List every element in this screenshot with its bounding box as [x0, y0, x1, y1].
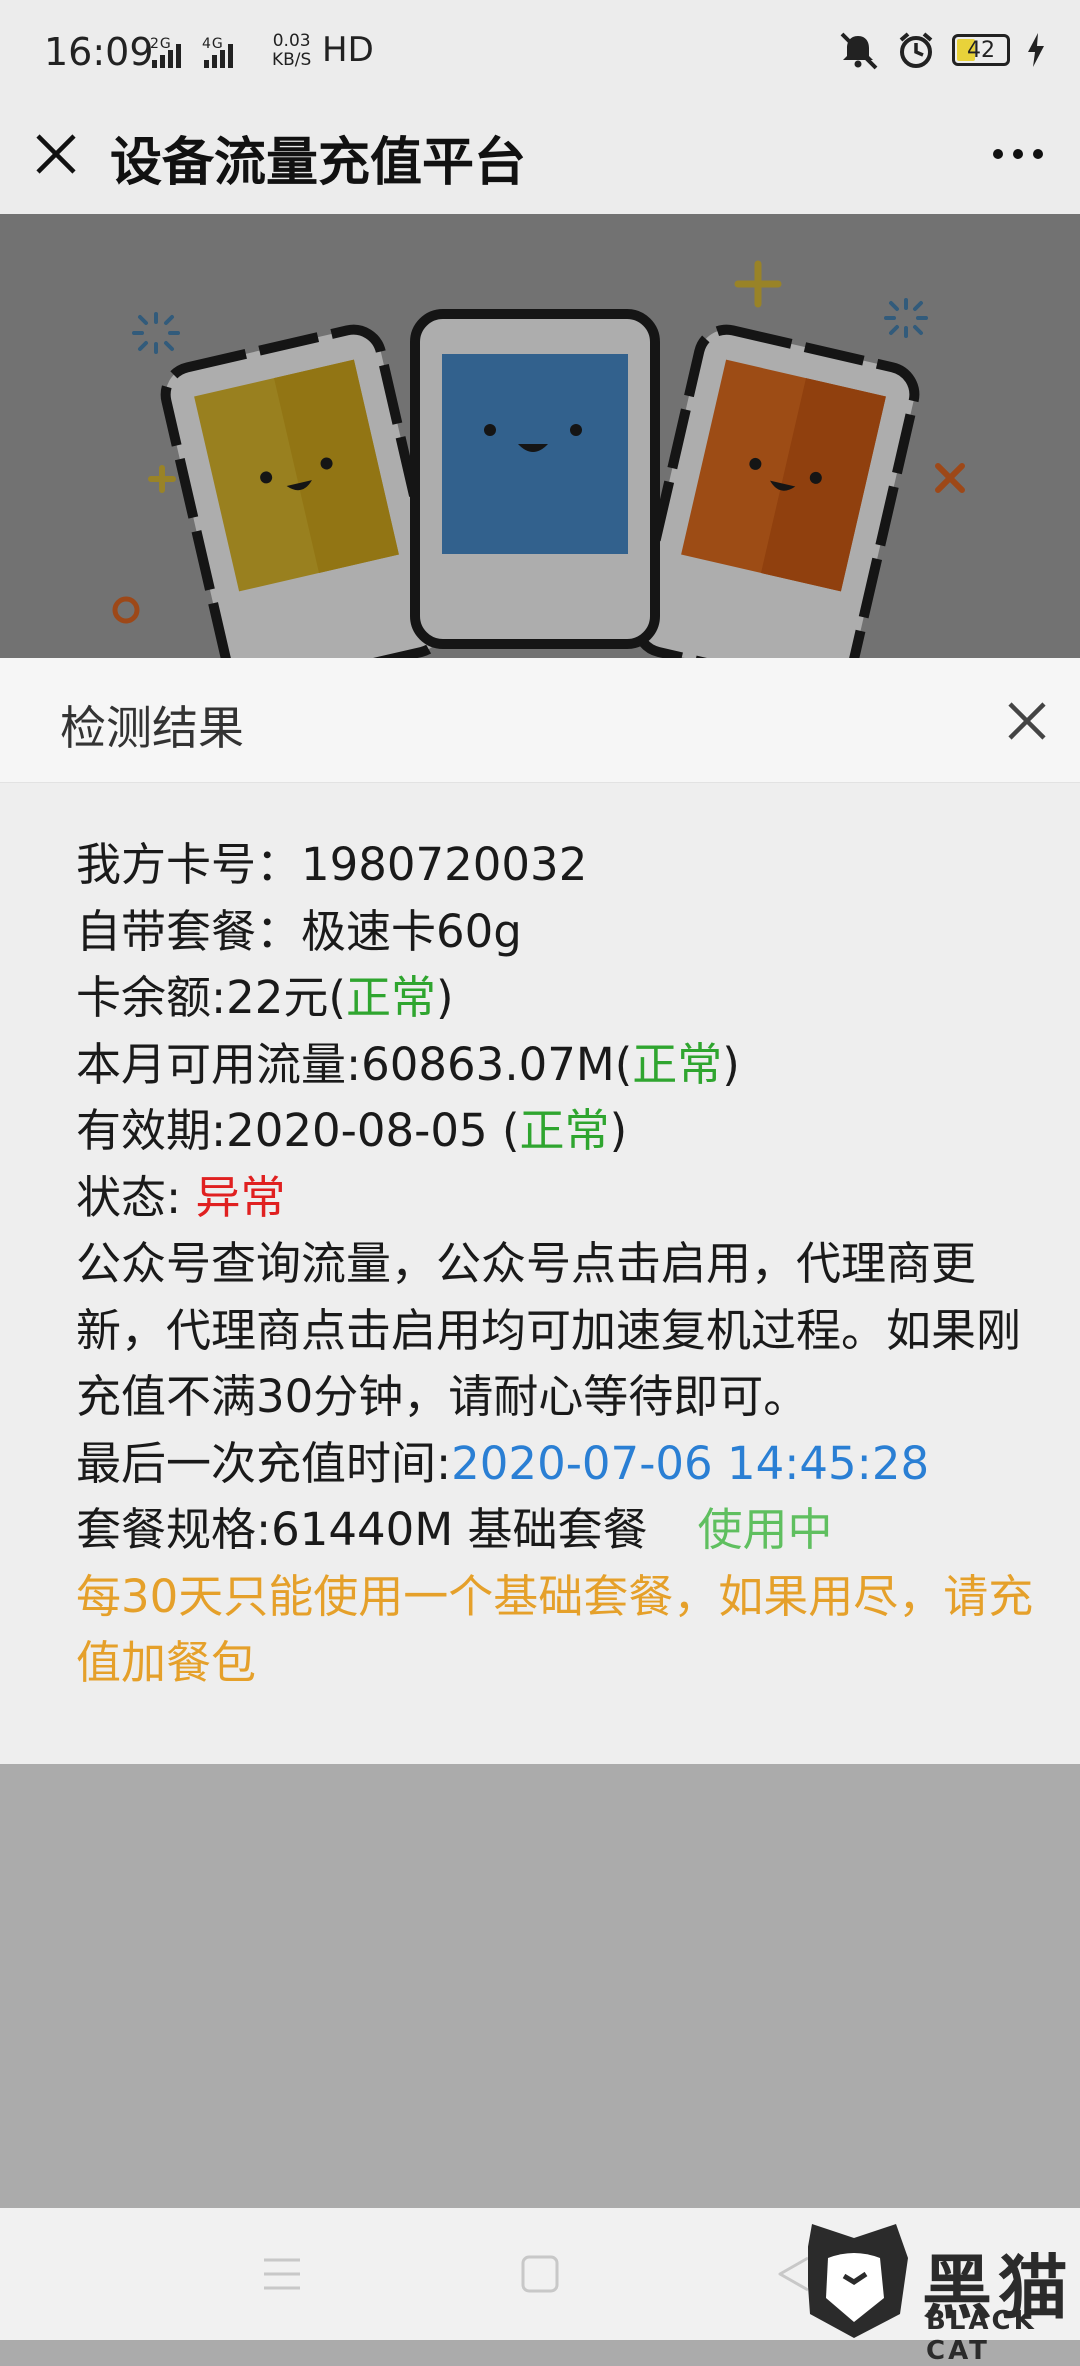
home-nav-icon[interactable]	[520, 2254, 560, 2294]
balance-close: )	[436, 971, 454, 1024]
signal-icon: 2G 4G	[150, 36, 233, 68]
hd-indicator: HD	[322, 30, 374, 70]
expiry-status: 正常	[519, 1104, 610, 1157]
speed-value: 0.03	[272, 31, 311, 51]
expiry-row: 有效期:2020-08-05 (正常)	[76, 1098, 1036, 1165]
network-speed: 0.03 KB/S	[272, 32, 311, 70]
status-time: 16:09	[44, 30, 154, 74]
status-bar: 16:09 2G 4G 0.03 KB/S HD 42	[0, 0, 1080, 100]
alarm-icon	[899, 32, 933, 68]
title-bar: 设备流量充值平台	[0, 100, 1080, 214]
watermark-sub: BLACK CAT	[926, 2306, 1037, 2366]
spec-label: 套餐规格:61440M 基础套餐	[76, 1503, 648, 1556]
card-number-label: 我方卡号：	[76, 838, 302, 891]
status-icons: 42	[836, 28, 1046, 72]
card-number-row: 我方卡号：1980720032	[76, 832, 1036, 899]
page-title: 设备流量充值平台	[110, 133, 527, 193]
battery-level: 42	[967, 37, 995, 63]
expiry-close: )	[609, 1104, 628, 1157]
close-icon[interactable]	[28, 126, 84, 182]
dialog-header: 检测结果	[0, 658, 1080, 783]
result-dialog: 检测结果 我方卡号：1980720032 自带套餐：极速卡60g 卡余额:22元…	[0, 658, 1080, 1764]
last-recharge-value: 2020-07-06 14:45:28	[451, 1436, 930, 1490]
last-recharge-label: 最后一次充值时间:	[76, 1436, 452, 1490]
spec-row: 套餐规格:61440M 基础套餐 使用中	[76, 1497, 1036, 1564]
traffic-label: 本月可用流量:60863.07M(	[76, 1037, 633, 1091]
balance-row: 卡余额:22元(正常)	[76, 965, 1036, 1032]
traffic-status: 正常	[632, 1037, 723, 1091]
state-label: 状态:	[76, 1170, 196, 1224]
result-details: 我方卡号：1980720032 自带套餐：极速卡60g 卡余额:22元(正常) …	[76, 832, 1036, 1697]
package-label: 自带套餐：	[76, 904, 302, 958]
speed-unit: KB/S	[272, 50, 312, 70]
package-value: 极速卡60g	[301, 904, 522, 958]
state-row: 状态: 异常	[76, 1165, 1036, 1232]
traffic-row: 本月可用流量:60863.07M(正常)	[76, 1032, 1036, 1099]
more-icon[interactable]	[988, 126, 1048, 182]
expiry-label: 有效期:2020-08-05 (	[76, 1104, 520, 1157]
mute-icon	[840, 32, 878, 70]
svg-text:2G: 2G	[150, 36, 172, 52]
card-number-value: 1980720032	[301, 838, 588, 891]
last-recharge-row: 最后一次充值时间:2020-07-06 14:45:28	[76, 1431, 1036, 1498]
notice-text: 公众号查询流量，公众号点击启用，代理商更新，代理商点击启用均可加速复机过程。如果…	[76, 1237, 1022, 1423]
network-indicator: 2G 4G	[150, 34, 270, 80]
traffic-close: )	[722, 1037, 740, 1091]
spec-status: 使用中	[697, 1503, 833, 1556]
balance-label: 卡余额:22元(	[76, 971, 346, 1024]
dialog-title: 检测结果	[60, 701, 244, 755]
menu-nav-icon[interactable]	[262, 2254, 302, 2294]
balance-status: 正常	[345, 971, 436, 1024]
warning-text: 每30天只能使用一个基础套餐，如果用尽，请充值加餐包	[76, 1569, 1034, 1690]
svg-text:4G: 4G	[202, 36, 224, 52]
charging-icon	[1028, 33, 1044, 67]
close-icon[interactable]	[1004, 698, 1050, 744]
sim-cards-illustration	[0, 214, 1080, 658]
state-value: 异常	[195, 1170, 286, 1224]
banner-illustration	[0, 214, 1080, 658]
battery-icon: 42	[952, 34, 1010, 66]
package-row: 自带套餐：极速卡60g	[76, 899, 1036, 966]
